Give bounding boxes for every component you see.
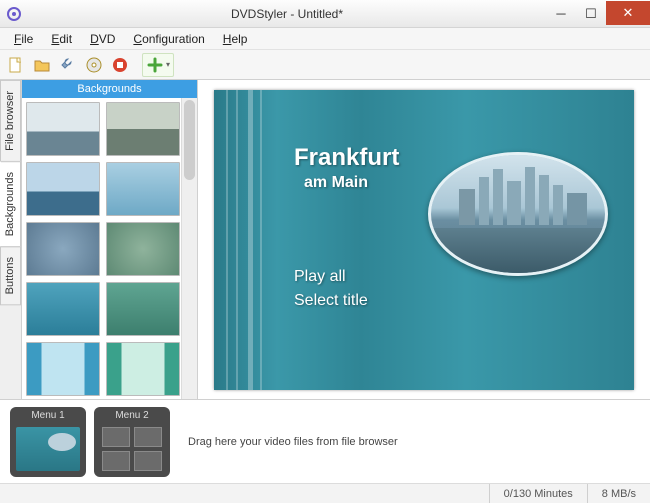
minimize-button[interactable]: ─	[546, 3, 576, 25]
background-thumb[interactable]	[26, 342, 100, 396]
window-title: DVDStyler - Untitled*	[28, 7, 546, 21]
toolbar-open-button[interactable]	[30, 53, 54, 77]
timeline-drag-hint: Drag here your video files from file bro…	[188, 436, 398, 448]
backgrounds-panel: Backgrounds	[22, 80, 198, 399]
menu-configuration[interactable]: Configuration	[125, 30, 212, 48]
stop-icon	[111, 56, 129, 74]
side-tab-file-browser[interactable]: File browser	[0, 80, 21, 162]
background-thumb[interactable]	[106, 222, 180, 276]
main-area: File browser Backgrounds Buttons Backgro…	[0, 80, 650, 399]
dvd-menu-image[interactable]	[428, 152, 608, 276]
chevron-down-icon: ▾	[166, 60, 170, 69]
timeline-menu-1[interactable]: Menu 1	[10, 407, 86, 477]
background-thumb[interactable]	[26, 282, 100, 336]
toolbar-new-button[interactable]	[4, 53, 28, 77]
status-bitrate: 8 MB/s	[587, 484, 650, 503]
background-thumb[interactable]	[26, 222, 100, 276]
dvd-menu-title[interactable]: Frankfurt	[294, 144, 399, 172]
menubar: File Edit DVD Configuration Help	[0, 28, 650, 50]
statusbar: 0/130 Minutes 8 MB/s	[0, 483, 650, 503]
toolbar: ▾	[0, 50, 650, 80]
background-thumb[interactable]	[26, 102, 100, 156]
open-icon	[33, 56, 51, 74]
side-tab-backgrounds[interactable]: Backgrounds	[0, 161, 21, 247]
status-minutes: 0/130 Minutes	[489, 484, 587, 503]
timeline-menu-label: Menu 1	[13, 410, 83, 424]
backgrounds-grid	[22, 98, 181, 399]
dvd-menu-preview[interactable]: Frankfurt am Main Play all Select title	[214, 90, 634, 390]
side-tab-buttons[interactable]: Buttons	[0, 246, 21, 305]
background-thumb[interactable]	[106, 342, 180, 396]
burn-disc-icon	[85, 56, 103, 74]
add-plus-icon	[146, 56, 164, 74]
background-thumb[interactable]	[106, 102, 180, 156]
menu-dvd[interactable]: DVD	[82, 30, 123, 48]
toolbar-burn-button[interactable]	[82, 53, 106, 77]
titlebar: DVDStyler - Untitled* ─ ☐ ✕	[0, 0, 650, 28]
background-thumb[interactable]	[26, 162, 100, 216]
menu-file[interactable]: File	[6, 30, 41, 48]
timeline-strip[interactable]: Menu 1 Menu 2 Drag here your video files…	[0, 399, 650, 483]
dvd-menu-subtitle[interactable]: am Main	[304, 174, 368, 192]
side-tabs: File browser Backgrounds Buttons	[0, 80, 22, 399]
scrollbar-track[interactable]	[181, 98, 197, 399]
wrench-icon	[59, 56, 77, 74]
timeline-menu-2[interactable]: Menu 2	[94, 407, 170, 477]
timeline-menu-label: Menu 2	[97, 410, 167, 424]
toolbar-config-button[interactable]	[56, 53, 80, 77]
toolbar-stop-button[interactable]	[108, 53, 132, 77]
maximize-button[interactable]: ☐	[576, 3, 606, 25]
scrollbar-thumb[interactable]	[184, 100, 195, 180]
background-thumb[interactable]	[106, 162, 180, 216]
close-button[interactable]: ✕	[606, 1, 650, 25]
dvd-menu-select-title[interactable]: Select title	[294, 292, 368, 310]
menu-edit[interactable]: Edit	[43, 30, 80, 48]
backgrounds-panel-header: Backgrounds	[22, 80, 197, 98]
preview-area: Frankfurt am Main Play all Select title	[198, 80, 650, 399]
window-controls: ─ ☐ ✕	[546, 3, 650, 25]
menu-help[interactable]: Help	[215, 30, 256, 48]
dvd-menu-play-all[interactable]: Play all	[294, 268, 346, 286]
new-icon	[7, 56, 25, 74]
toolbar-add-button[interactable]: ▾	[142, 53, 174, 77]
background-thumb[interactable]	[106, 282, 180, 336]
app-icon	[0, 7, 28, 21]
